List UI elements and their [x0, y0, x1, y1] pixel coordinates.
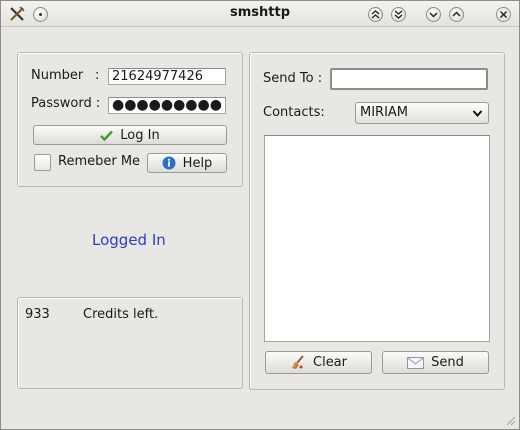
remember-me-checkbox[interactable] [34, 154, 51, 171]
shade-down-icon[interactable] [390, 6, 406, 22]
remember-me-label[interactable]: Remeber Me [58, 154, 140, 169]
clear-button[interactable]: Clear [265, 351, 372, 374]
login-status-text: Logged In [92, 231, 166, 249]
number-colon: : [95, 68, 100, 83]
contacts-selected-value: MIRIAM [360, 105, 409, 120]
number-label: Number [31, 68, 84, 83]
send-to-input[interactable] [330, 68, 488, 90]
shade-up-icon[interactable] [367, 6, 383, 22]
minimize-icon[interactable] [425, 6, 441, 22]
send-button-label: Send [431, 355, 464, 370]
chevron-down-icon [472, 106, 483, 127]
checkmark-icon [100, 130, 114, 141]
number-field[interactable]: 21624977426 [108, 68, 226, 85]
login-group: Number : 21624977426 Password : ●●●●●●●●… [17, 52, 243, 187]
help-button-label: Help [182, 155, 213, 171]
credits-group: 933 Credits left. [17, 297, 243, 389]
login-button[interactable]: Log In [33, 125, 227, 145]
password-label: Password : [31, 96, 101, 111]
contacts-label: Contacts: [263, 105, 325, 120]
close-icon[interactable] [495, 6, 511, 22]
message-textarea[interactable] [264, 135, 490, 342]
credits-amount: 933 [25, 307, 50, 322]
maximize-icon[interactable] [448, 6, 464, 22]
password-field[interactable]: ●●●●●●●●● [108, 97, 226, 114]
info-icon [162, 156, 176, 170]
contacts-dropdown[interactable]: MIRIAM [355, 102, 489, 124]
send-button[interactable]: Send [382, 351, 489, 374]
resize-grip[interactable] [504, 414, 516, 426]
send-to-label: Send To : [263, 71, 323, 86]
broom-icon [290, 355, 306, 370]
app-window: smshttp Number : 21624977426 Password: … [0, 0, 520, 430]
help-button[interactable]: Help [147, 153, 227, 173]
credits-label: Credits left. [83, 307, 159, 322]
send-group: Send To : Contacts: MIRIAM Clear Send [249, 52, 505, 390]
login-button-label: Log In [120, 127, 160, 143]
window-title: smshttp [229, 5, 290, 20]
title-bar[interactable]: smshttp [1, 1, 519, 27]
clear-button-label: Clear [313, 355, 347, 370]
envelope-icon [407, 356, 425, 369]
